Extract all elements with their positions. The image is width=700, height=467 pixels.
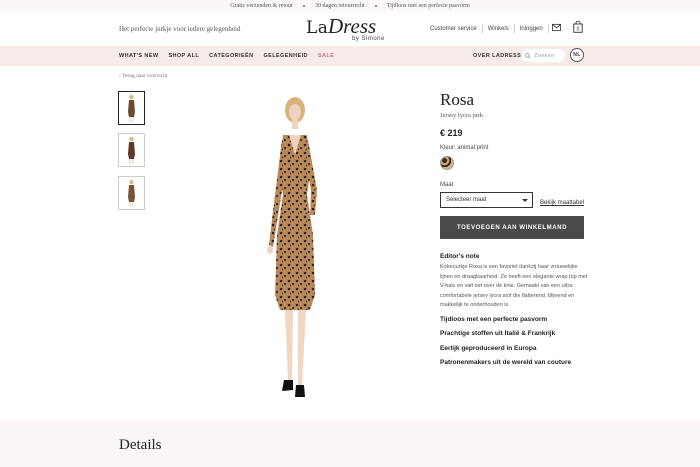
product-main-image — [267, 97, 317, 397]
stores-link[interactable]: Winkels — [488, 26, 509, 32]
product-subtitle: Jersey lycra jurk — [440, 112, 483, 119]
nav-sale[interactable]: SALE — [318, 53, 334, 59]
thumbnail-3[interactable] — [118, 176, 145, 210]
separator-dot — [303, 4, 306, 7]
logo-la: La — [306, 18, 329, 38]
details-title: Details — [119, 437, 162, 453]
logo-by: by Simone — [352, 36, 385, 42]
feature-production: Eerlijk geproduceerd in Europa — [440, 345, 537, 352]
site-header: Het perfecte jurkje voor iedere gelegenh… — [0, 11, 700, 46]
size-guide-link[interactable]: Bekijk maattabel — [540, 200, 584, 206]
ladress-logo[interactable]: La Dress by Simone — [306, 14, 396, 44]
announcement-shipping: Gratis verzenden & retour — [230, 2, 294, 9]
color-label: Kleur: animal print — [440, 145, 489, 151]
dress-thumbnail-image — [128, 94, 135, 122]
editors-note-text: Kokerjurkje Rosa is een favoriet dankzij… — [440, 264, 588, 308]
back-link-label: Terug naar overzicht — [122, 73, 168, 79]
nav-occasion[interactable]: GELEGENHEID — [263, 53, 307, 59]
dress-thumbnail-image — [128, 136, 135, 164]
product-title: Rosa — [440, 90, 474, 109]
thumbnail-2[interactable] — [118, 133, 145, 167]
search-placeholder: Zoeken — [534, 52, 555, 59]
dress-thumbnail-image — [128, 179, 135, 207]
details-section — [0, 420, 700, 467]
login-link[interactable]: Inloggen — [520, 26, 543, 32]
nav-whats-new[interactable]: WHAT'S NEW — [119, 53, 158, 59]
size-label: Maat — [440, 182, 454, 188]
header-links: Customer service Winkels Inloggen — [430, 25, 554, 33]
separator-dot — [374, 4, 377, 7]
customer-service-link[interactable]: Customer service — [430, 26, 477, 32]
cart-count: 0 — [577, 27, 580, 33]
add-to-cart-button[interactable]: TOEVOEGEN AAN WINKELMAND — [440, 216, 584, 239]
tagline: Het perfecte jurkje voor iedere gelegenh… — [119, 25, 241, 33]
color-swatch-animal-print[interactable] — [440, 156, 454, 170]
search-icon — [525, 52, 531, 59]
feature-fit: Tijdloos met een perfecte pasvorm — [440, 316, 548, 323]
nav-categories[interactable]: CATEGORIEËN — [209, 53, 253, 59]
size-select-value: Selecteer maat — [446, 197, 487, 203]
language-selector[interactable]: NL — [570, 48, 584, 62]
divider — [547, 25, 549, 33]
search-input[interactable]: Zoeken — [521, 49, 565, 62]
thumbnail-1[interactable] — [118, 91, 145, 125]
back-link[interactable]: ‹ Terug naar overzicht — [119, 73, 168, 79]
mail-icon[interactable] — [552, 23, 561, 32]
announcement-returns: 30 dagen retourrecht — [315, 2, 365, 9]
caret-down-icon — [522, 199, 528, 202]
editors-note-title: Editor's note — [440, 253, 480, 260]
product-price: € 219 — [440, 128, 463, 138]
feature-fabrics: Prachtige stoffen uit Italië & Frankrijk — [440, 330, 556, 337]
divider — [513, 25, 515, 33]
feature-patternmakers: Patronenmakers uit de wereld van couture — [440, 359, 572, 366]
main-nav: WHAT'S NEW SHOP ALL CATEGORIEËN GELEGENH… — [0, 46, 700, 66]
nav-shop-all[interactable]: SHOP ALL — [168, 53, 199, 59]
bag-icon[interactable]: 0 — [573, 21, 583, 33]
size-select[interactable]: Selecteer maat — [440, 192, 533, 208]
nav-about[interactable]: OVER LADRESS — [473, 53, 521, 59]
divider — [481, 25, 483, 33]
announcement-bar: Gratis verzenden & retour 30 dagen retou… — [0, 0, 700, 11]
announcement-fit: Tijdloos met een perfecte pasvorm — [386, 2, 470, 9]
